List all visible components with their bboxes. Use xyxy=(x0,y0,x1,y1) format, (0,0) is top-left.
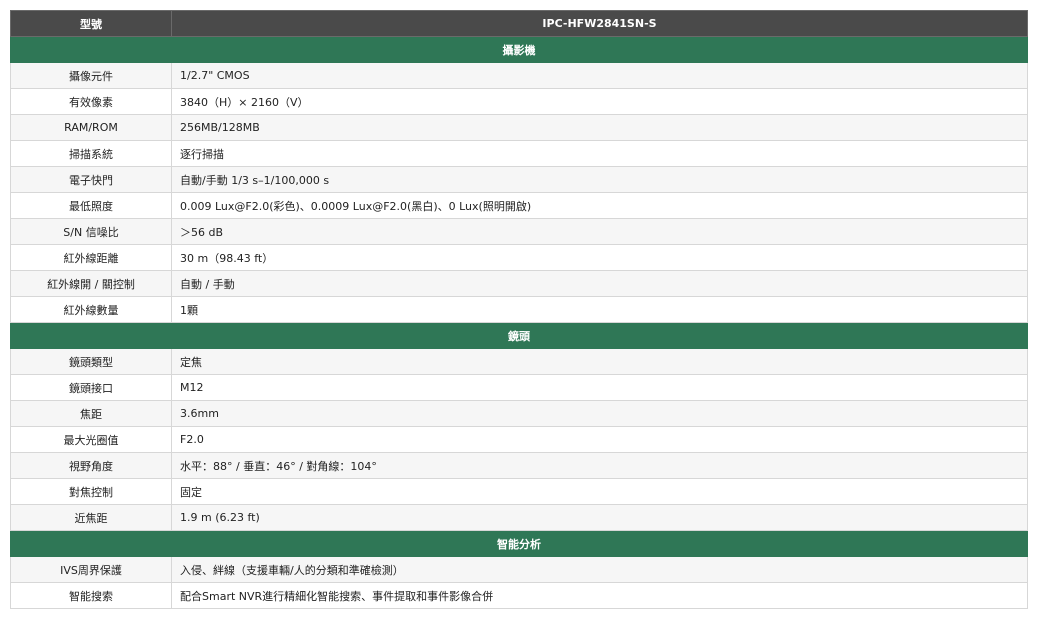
table-row: 最大光圈值 F2.0 xyxy=(10,426,1028,453)
spec-value: 30 m（98.43 ft） xyxy=(171,244,1028,271)
section-2: 智能分析 IVS周界保護 入侵、絆線（支援車輛/人的分類和準確檢測） 智能搜索 配合Sm… xyxy=(10,530,1028,609)
section-header-row: 智能分析 xyxy=(10,530,1028,557)
table-row: 紅外線距離 30 m（98.43 ft） xyxy=(10,244,1028,271)
spec-label: S/N 信噪比 xyxy=(10,218,172,245)
spec-value: 3840（H）× 2160（V） xyxy=(171,88,1028,115)
spec-label: 鏡頭接口 xyxy=(10,374,172,401)
spec-value: 256MB/128MB xyxy=(171,114,1028,141)
table-row: RAM/ROM 256MB/128MB xyxy=(10,114,1028,141)
spec-label: 電子快門 xyxy=(10,166,172,193)
spec-label: 鏡頭類型 xyxy=(10,348,172,375)
section-title: 攝影機 xyxy=(10,36,1028,63)
table-row: 視野角度 水平：88° / 垂直：46° / 對角線：104° xyxy=(10,452,1028,479)
table-row: 焦距 3.6mm xyxy=(10,400,1028,427)
spec-label: 對焦控制 xyxy=(10,478,172,505)
spec-label: 視野角度 xyxy=(10,452,172,479)
spec-value: 1/2.7" CMOS xyxy=(171,62,1028,89)
spec-value: 1.9 m (6.23 ft) xyxy=(171,504,1028,531)
table-row: S/N 信噪比 ＞56 dB xyxy=(10,218,1028,245)
table-row: 有效像素 3840（H）× 2160（V） xyxy=(10,88,1028,115)
section-title: 鏡頭 xyxy=(10,322,1028,349)
spec-label: 紅外線距離 xyxy=(10,244,172,271)
header-model-label: 型號 xyxy=(10,10,172,37)
spec-value: F2.0 xyxy=(171,426,1028,453)
spec-value: 3.6mm xyxy=(171,400,1028,427)
spec-value: 1顆 xyxy=(171,296,1028,323)
spec-label: 最低照度 xyxy=(10,192,172,219)
table-row: 對焦控制 固定 xyxy=(10,478,1028,505)
table-row: IVS周界保護 入侵、絆線（支援車輛/人的分類和準確檢測） xyxy=(10,556,1028,583)
table-row: 近焦距 1.9 m (6.23 ft) xyxy=(10,504,1028,531)
spec-value: M12 xyxy=(171,374,1028,401)
spec-label: 攝像元件 xyxy=(10,62,172,89)
table-row: 鏡頭類型 定焦 xyxy=(10,348,1028,375)
table-row: 智能搜索 配合Smart NVR進行精細化智能搜索、事件提取和事件影像合併 xyxy=(10,582,1028,609)
spec-value: 自動 / 手動 xyxy=(171,270,1028,297)
table-row: 最低照度 0.009 Lux@F2.0(彩色)、0.0009 Lux@F2.0(黑… xyxy=(10,192,1028,219)
spec-value: 定焦 xyxy=(171,348,1028,375)
section-title: 智能分析 xyxy=(10,530,1028,557)
spec-label: 紅外線數量 xyxy=(10,296,172,323)
header-model-value: IPC-HFW2841SN-S xyxy=(171,10,1028,37)
table-row: 電子快門 自動/手動 1/3 s–1/100,000 s xyxy=(10,166,1028,193)
spec-value: 0.009 Lux@F2.0(彩色)、0.0009 Lux@F2.0(黑白)、0… xyxy=(171,192,1028,219)
spec-value: 固定 xyxy=(171,478,1028,505)
spec-table: 型號 IPC-HFW2841SN-S 攝影機 攝像元件 1/2.7" CMOS 有效像… xyxy=(10,10,1028,609)
section-0: 攝影機 攝像元件 1/2.7" CMOS 有效像素 3840（H）× 2160（V） RA… xyxy=(10,36,1028,323)
spec-label: 智能搜索 xyxy=(10,582,172,609)
spec-label: IVS周界保護 xyxy=(10,556,172,583)
spec-value: 自動/手動 1/3 s–1/100,000 s xyxy=(171,166,1028,193)
table-row: 掃描系統 逐行掃描 xyxy=(10,140,1028,167)
spec-label: RAM/ROM xyxy=(10,114,172,141)
spec-value: 配合Smart NVR進行精細化智能搜索、事件提取和事件影像合併 xyxy=(171,582,1028,609)
spec-label: 紅外線開 / 關控制 xyxy=(10,270,172,297)
table-row: 紅外線數量 1顆 xyxy=(10,296,1028,323)
spec-label: 掃描系統 xyxy=(10,140,172,167)
spec-value: ＞56 dB xyxy=(171,218,1028,245)
table-row: 紅外線開 / 關控制 自動 / 手動 xyxy=(10,270,1028,297)
spec-label: 近焦距 xyxy=(10,504,172,531)
section-header-row: 鏡頭 xyxy=(10,322,1028,349)
table-row: 攝像元件 1/2.7" CMOS xyxy=(10,62,1028,89)
spec-value: 水平：88° / 垂直：46° / 對角線：104° xyxy=(171,452,1028,479)
spec-value: 逐行掃描 xyxy=(171,140,1028,167)
section-1: 鏡頭 鏡頭類型 定焦 鏡頭接口 M12 焦距 3.6mm 最大光圈值 F2.0 視野角度 水平：88… xyxy=(10,322,1028,531)
table-row: 鏡頭接口 M12 xyxy=(10,374,1028,401)
section-header-row: 攝影機 xyxy=(10,36,1028,63)
spec-value: 入侵、絆線（支援車輛/人的分類和準確檢測） xyxy=(171,556,1028,583)
spec-label: 焦距 xyxy=(10,400,172,427)
spec-label: 有效像素 xyxy=(10,88,172,115)
table-header-row: 型號 IPC-HFW2841SN-S xyxy=(10,10,1028,37)
spec-label: 最大光圈值 xyxy=(10,426,172,453)
